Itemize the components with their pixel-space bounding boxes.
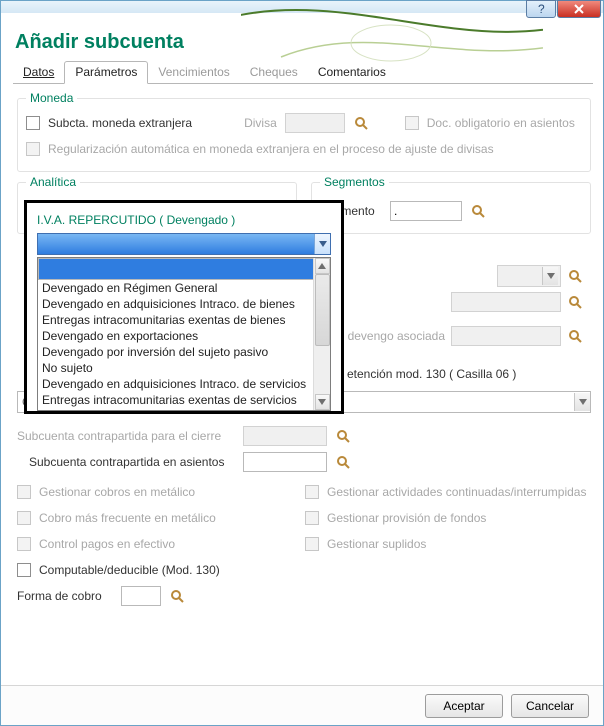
- tab-datos[interactable]: Datos: [13, 62, 64, 83]
- search-icon[interactable]: [335, 454, 351, 470]
- label-gest-prov-fondos: Gestionar provisión de fondos: [327, 511, 486, 525]
- checkbox-control-pagos[interactable]: [17, 537, 31, 551]
- checkbox-computable[interactable]: [17, 563, 31, 577]
- iva-option[interactable]: Entregas intracomunitarias exentas de bi…: [38, 312, 330, 328]
- dialog-window: ? Añadir subcuenta Datos Parámetros Venc…: [0, 0, 604, 726]
- scroll-down-icon[interactable]: [315, 394, 330, 410]
- legend-moneda: Moneda: [26, 91, 77, 105]
- label-gest-suplidos: Gestionar suplidos: [327, 537, 426, 551]
- chevron-down-icon: [542, 267, 558, 285]
- iva-title: I.V.A. REPERCUTIDO ( Devengado ): [37, 213, 331, 227]
- label-forma-cobro: Forma de cobro: [17, 589, 113, 603]
- dialog-title: Añadir subcuenta: [1, 13, 603, 58]
- group-moneda: Moneda Subcta. moneda extranjera Divisa …: [17, 98, 591, 172]
- iva-option[interactable]: Devengado en adquisiciones Intraco. de s…: [38, 376, 330, 392]
- input-contrapartida-asientos[interactable]: [243, 452, 327, 472]
- label-divisa: Divisa: [244, 116, 277, 130]
- label-gest-actividades: Gestionar actividades continuadas/interr…: [327, 485, 586, 499]
- cancel-button[interactable]: Cancelar: [511, 694, 589, 718]
- scroll-thumb[interactable]: [315, 274, 330, 346]
- checkbox-gest-actividades[interactable]: [305, 485, 319, 499]
- iva-option[interactable]: Devengado por inversión del sujeto pasiv…: [38, 344, 330, 360]
- input-divisa[interactable]: [285, 113, 345, 133]
- combo-right-small[interactable]: [497, 265, 561, 287]
- label-computable: Computable/deducible (Mod. 130): [39, 563, 220, 577]
- close-button[interactable]: [557, 0, 601, 18]
- iva-option[interactable]: No sujeto: [38, 360, 330, 376]
- iva-option[interactable]: [38, 258, 330, 280]
- input-right-1[interactable]: [451, 292, 561, 312]
- label-regul-auto: Regularización automática en moneda extr…: [48, 142, 494, 156]
- checkbox-gest-suplidos[interactable]: [305, 537, 319, 551]
- checkbox-gest-prov-fondos[interactable]: [305, 511, 319, 525]
- search-icon[interactable]: [335, 428, 351, 444]
- tab-parametros[interactable]: Parámetros: [64, 61, 148, 84]
- iva-combobox[interactable]: [37, 233, 331, 255]
- label-subcta-extranjera: Subcta. moneda extranjera: [48, 116, 192, 130]
- label-contrapartida-asientos: Subcuenta contrapartida en asientos: [17, 455, 235, 469]
- checkbox-cobro-mas-freq[interactable]: [17, 511, 31, 525]
- iva-option[interactable]: Devengado en exportaciones: [38, 328, 330, 344]
- legend-segmentos: Segmentos: [320, 175, 389, 189]
- iva-dropdown-panel: I.V.A. REPERCUTIDO ( Devengado ) Devenga…: [24, 200, 344, 414]
- checkbox-regul-auto[interactable]: [26, 142, 40, 156]
- search-icon[interactable]: [567, 268, 583, 284]
- checkbox-gest-cobros-metalico[interactable]: [17, 485, 31, 499]
- label-doc-obligatorio: Doc. obligatorio en asientos: [427, 116, 575, 130]
- search-icon[interactable]: [567, 294, 583, 310]
- search-icon[interactable]: [353, 115, 369, 131]
- chevron-down-icon: [314, 234, 330, 254]
- input-contrapartida-cierre[interactable]: [243, 426, 327, 446]
- tab-cheques[interactable]: Cheques: [240, 62, 308, 83]
- label-cobro-mas-freq: Cobro más frecuente en metálico: [39, 511, 216, 525]
- checkbox-subcta-extranjera[interactable]: [26, 116, 40, 130]
- input-forma-cobro[interactable]: [121, 586, 161, 606]
- search-icon[interactable]: [470, 203, 486, 219]
- svg-text:?: ?: [538, 3, 545, 15]
- iva-option[interactable]: Devengado en Régimen General: [38, 280, 330, 296]
- help-button[interactable]: ?: [526, 0, 556, 18]
- legend-analitica: Analítica: [26, 175, 80, 189]
- label-gest-cobros-metalico: Gestionar cobros en metálico: [39, 485, 195, 499]
- label-control-pagos: Control pagos en efectivo: [39, 537, 175, 551]
- scroll-up-icon[interactable]: [315, 258, 330, 274]
- iva-option[interactable]: Entregas intracomunitarias exentas de se…: [38, 392, 330, 408]
- iva-option[interactable]: Devengado en adquisiciones Intraco. de b…: [38, 296, 330, 312]
- tab-comentarios[interactable]: Comentarios: [308, 62, 396, 83]
- label-retencion-partial: etención mod. 130 ( Casilla 06 ): [347, 367, 516, 381]
- group-segmentos: Segmentos Segmento: [311, 182, 591, 234]
- dialog-footer: Aceptar Cancelar: [1, 685, 603, 725]
- input-cuenta-devengo[interactable]: [451, 326, 561, 346]
- scroll-track[interactable]: [315, 274, 330, 394]
- search-icon[interactable]: [567, 328, 583, 344]
- chevron-down-icon: [574, 393, 590, 411]
- iva-option[interactable]: Entregas Intraco. ex tras import ex (imp…: [38, 408, 330, 411]
- accept-button[interactable]: Aceptar: [425, 694, 503, 718]
- titlebar: ?: [1, 1, 603, 13]
- tabstrip: Datos Parámetros Vencimientos Cheques Co…: [13, 62, 593, 84]
- input-segmento[interactable]: [390, 201, 462, 221]
- scrollbar[interactable]: [313, 258, 330, 410]
- tab-vencimientos[interactable]: Vencimientos: [148, 62, 239, 83]
- iva-option-list: Devengado en Régimen GeneralDevengado en…: [37, 257, 331, 411]
- label-contrapartida-cierre: Subcuenta contrapartida para el cierre: [17, 429, 235, 443]
- search-icon[interactable]: [169, 588, 185, 604]
- checkbox-doc-obligatorio[interactable]: [405, 116, 419, 130]
